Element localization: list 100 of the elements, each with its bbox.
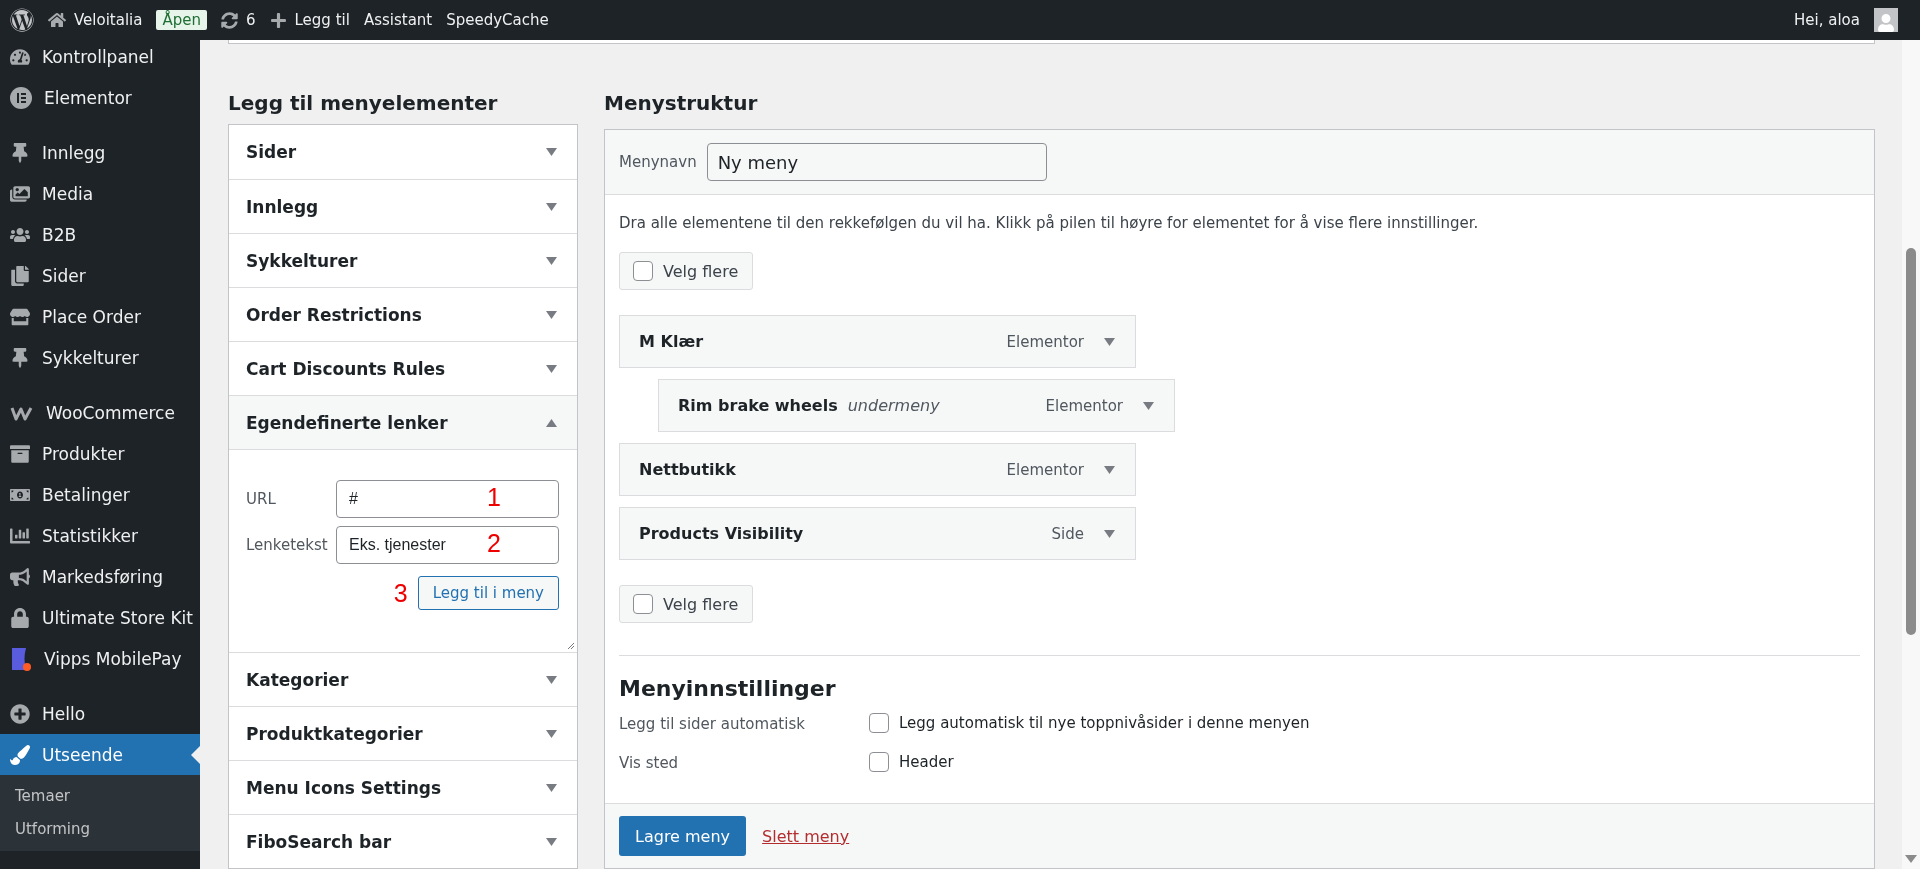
select-multiple-button[interactable]: Velg flere [619, 252, 754, 290]
menu-item-type: Side [1051, 524, 1084, 543]
toolbar-link[interactable]: SpeedyCache [446, 11, 549, 29]
sidebar-item[interactable]: B2B [0, 214, 200, 255]
sidebar-item[interactable]: Elementor [0, 77, 200, 118]
sidebar-item[interactable]: Utseende [0, 734, 200, 775]
brush-icon [10, 744, 30, 765]
resize-handle-icon[interactable] [567, 642, 575, 650]
expand-arrow-icon[interactable] [546, 310, 557, 319]
sidebar-item[interactable]: Betalinger [0, 474, 200, 515]
menu-item-type: Elementor [1006, 332, 1084, 351]
menu-item-note: undermeny [847, 396, 941, 415]
expand-arrow-icon[interactable] [546, 837, 557, 846]
annotation-number: 2 [487, 529, 501, 558]
sidebar-item[interactable]: Statistikker [0, 515, 200, 556]
sidebar-item[interactable]: Vipps MobilePay [0, 638, 200, 679]
annotation-number: 3 [393, 578, 408, 608]
field-label: Lenketekst [246, 536, 329, 554]
megaphone-icon [10, 566, 30, 587]
media-icon [10, 183, 30, 204]
sidebar-item[interactable]: Place Order [0, 296, 200, 337]
expand-arrow-icon[interactable] [546, 148, 557, 156]
add-to-menu-button[interactable]: Legg til i meny [417, 576, 559, 610]
pages-icon [10, 265, 30, 286]
sidebar-item[interactable]: Ultimate Store Kit [0, 597, 200, 638]
section-heading: Menystruktur [604, 91, 759, 117]
wordpress-logo-icon[interactable] [10, 8, 34, 32]
field-label: URL [246, 490, 277, 508]
expand-arrow-icon[interactable] [1104, 465, 1115, 474]
sidebar-item[interactable]: Markedsføring [0, 556, 200, 597]
menu-name-field[interactable]: Ny meny [706, 143, 1047, 181]
checkbox[interactable] [633, 261, 653, 281]
updates-icon[interactable] [220, 11, 238, 29]
section-heading: Legg til menyelementer [228, 91, 499, 117]
sidebar-item[interactable]: Produkter [0, 433, 200, 474]
save-button[interactable]: Lagre meny [619, 816, 747, 856]
sidebar-item[interactable]: Kontrollpanel [0, 40, 200, 77]
archive-icon [10, 443, 30, 464]
scrollbar-thumb[interactable] [1906, 248, 1916, 635]
input-field[interactable]: Eks. tjenester 2 [336, 526, 559, 564]
updates-count[interactable]: 6 [245, 11, 256, 29]
select-multiple-button[interactable]: Velg flere [619, 585, 754, 623]
home-icon [48, 11, 66, 29]
sidebar-item[interactable]: Innlegg [0, 132, 200, 173]
scroll-down-icon[interactable] [1905, 855, 1917, 863]
settings-heading: Menyinnstillinger [619, 676, 837, 701]
sidebar-item[interactable]: WooCommerce [0, 392, 200, 433]
menu-item-type: Elementor [1045, 396, 1123, 415]
scrollbar[interactable] [1902, 40, 1920, 869]
sidebar-item[interactable]: Media [0, 173, 200, 214]
expand-arrow-icon[interactable] [1104, 337, 1115, 346]
expand-arrow-icon[interactable] [546, 783, 557, 792]
delete-link[interactable]: Slett meny [762, 826, 850, 846]
expand-arrow-icon[interactable] [546, 256, 557, 265]
plus-icon[interactable] [269, 11, 287, 29]
new-link[interactable]: Legg til [294, 11, 350, 29]
store-icon [10, 306, 30, 327]
submenu-item[interactable]: Temaer [0, 779, 200, 812]
field-label: Menynavn [619, 153, 697, 171]
sidebar-item[interactable]: Sykkelturer [0, 337, 200, 378]
expand-arrow-icon[interactable] [1143, 401, 1154, 410]
collapse-arrow-icon[interactable] [546, 418, 557, 427]
accordion-header[interactable]: Egendefinerte lenker [229, 395, 577, 449]
current-page-pointer [191, 745, 200, 764]
input-field[interactable]: # 1 [336, 480, 559, 518]
checkbox[interactable] [633, 594, 653, 614]
option-label: Legg automatisk til nye toppnivåsider i denne menyen [899, 714, 1310, 732]
menu-item-title: Nettbutikk [639, 460, 736, 479]
option-label: Header [899, 753, 954, 771]
menu-item[interactable]: Products Visibility Side [619, 507, 1136, 560]
setting-label: Legg til sider automatisk [619, 714, 806, 733]
greeting[interactable]: Hei, aloa [1794, 11, 1860, 29]
toolbar-link[interactable]: Assistant [363, 11, 433, 29]
sidebar-item[interactable]: Sider [0, 255, 200, 296]
menu-item[interactable]: M Klær Elementor [619, 315, 1136, 368]
site-link[interactable]: Veloitalia [48, 11, 143, 29]
sidebar-item[interactable]: Hello [0, 693, 200, 734]
expand-arrow-icon[interactable] [546, 364, 557, 373]
menu-item-type: Elementor [1006, 460, 1084, 479]
menu-item-title: Rim brake wheels [678, 396, 838, 415]
vipps-icon [10, 646, 32, 671]
menu-item[interactable]: Rim brake wheels undermeny Elementor [658, 379, 1175, 432]
elementor-icon [10, 86, 32, 109]
checkbox[interactable] [869, 713, 889, 733]
menu-item[interactable]: Nettbutikk Elementor [619, 443, 1136, 496]
status-badge: Åpen [156, 10, 207, 30]
pin-icon [10, 142, 30, 163]
setting-label: Vis sted [619, 753, 680, 772]
expand-arrow-icon[interactable] [1104, 529, 1115, 538]
checkbox[interactable] [869, 752, 889, 772]
expand-arrow-icon[interactable] [546, 729, 557, 738]
menu-item-title: M Klær [639, 332, 704, 351]
lock-icon [10, 607, 30, 628]
dashboard-icon [10, 46, 30, 67]
menu-item-title: Products Visibility [639, 524, 804, 543]
submenu-item[interactable]: Utforming [0, 812, 200, 845]
expand-arrow-icon[interactable] [546, 202, 557, 211]
site-name[interactable]: Veloitalia [74, 11, 143, 29]
expand-arrow-icon[interactable] [546, 675, 557, 684]
annotation-number: 1 [487, 483, 501, 512]
